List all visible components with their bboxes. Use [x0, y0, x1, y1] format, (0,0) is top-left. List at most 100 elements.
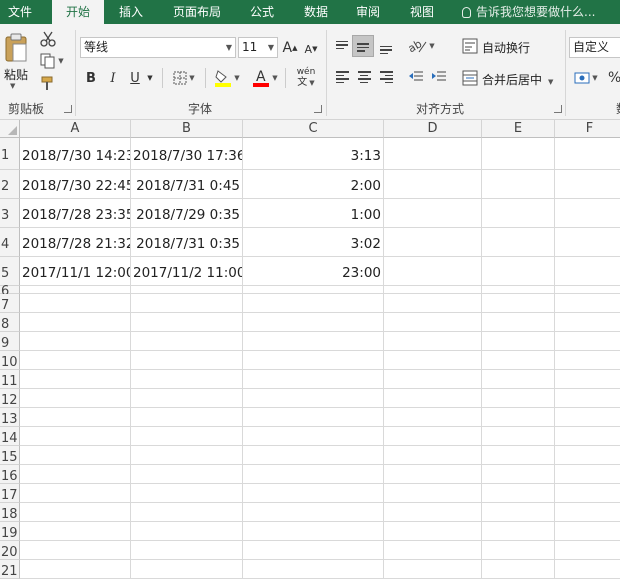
cell-b10[interactable] [131, 351, 243, 370]
cell-d21[interactable] [384, 560, 482, 579]
cell-e1[interactable] [482, 138, 555, 170]
cell-e4[interactable] [482, 228, 555, 257]
font-size-combo[interactable]: 11 ▼ [238, 37, 278, 58]
cell-c2[interactable]: 2:00 [243, 170, 384, 199]
cell-f14[interactable] [555, 427, 620, 446]
tab-data[interactable]: 数据 [294, 0, 338, 24]
cell-a11[interactable] [20, 370, 131, 389]
select-all-corner[interactable] [0, 120, 20, 138]
cell-c19[interactable] [243, 522, 384, 541]
tab-formulas[interactable]: 公式 [240, 0, 284, 24]
cell-d17[interactable] [384, 484, 482, 503]
row-header-10[interactable]: 10 [0, 351, 20, 370]
cell-b20[interactable] [131, 541, 243, 560]
cell-a17[interactable] [20, 484, 131, 503]
cell-f5[interactable] [555, 257, 620, 286]
row-header-14[interactable]: 14 [0, 427, 20, 446]
cell-d15[interactable] [384, 446, 482, 465]
row-header-4[interactable]: 4 [0, 228, 20, 257]
underline-button[interactable]: U [126, 68, 144, 88]
spreadsheet-grid[interactable]: A B C D E F 1 2018/7/30 14:23 2018/7/30 17:36 3:1… [0, 120, 620, 580]
cell-a14[interactable] [20, 427, 131, 446]
paste-label[interactable]: 粘贴 [4, 66, 28, 83]
tab-file[interactable]: 文件 [0, 0, 40, 24]
increase-indent-button[interactable] [429, 68, 449, 86]
cell-c14[interactable] [243, 427, 384, 446]
cell-a3[interactable]: 2018/7/28 23:35 [20, 199, 131, 228]
tab-home[interactable]: 开始 [52, 0, 104, 24]
cell-b16[interactable] [131, 465, 243, 484]
cell-e10[interactable] [482, 351, 555, 370]
font-name-combo[interactable]: 等线 ▼ [80, 37, 236, 58]
align-center-button[interactable] [355, 68, 373, 86]
cell-f7[interactable] [555, 294, 620, 313]
fill-color-button[interactable]: ▼ [210, 66, 244, 90]
cell-d19[interactable] [384, 522, 482, 541]
tab-page-layout[interactable]: 页面布局 [164, 0, 230, 24]
cell-a21[interactable] [20, 560, 131, 579]
cell-a19[interactable] [20, 522, 131, 541]
cell-d12[interactable] [384, 389, 482, 408]
phonetic-button[interactable]: wén 文 ▼ [290, 66, 322, 90]
column-header-a[interactable]: A [20, 120, 131, 138]
cell-f4[interactable] [555, 228, 620, 257]
cell-f6[interactable] [555, 286, 620, 294]
orientation-button[interactable]: ab ▼ [407, 36, 437, 56]
format-painter-button[interactable] [38, 74, 58, 92]
row-header-12[interactable]: 12 [0, 389, 20, 408]
row-header-17[interactable]: 17 [0, 484, 20, 503]
cell-f21[interactable] [555, 560, 620, 579]
cell-d16[interactable] [384, 465, 482, 484]
decrease-font-button[interactable]: A ▼ [302, 40, 320, 58]
cell-d18[interactable] [384, 503, 482, 522]
cell-e19[interactable] [482, 522, 555, 541]
cell-f9[interactable] [555, 332, 620, 351]
cell-e14[interactable] [482, 427, 555, 446]
cell-e18[interactable] [482, 503, 555, 522]
number-format-combo[interactable]: 自定义 [569, 37, 620, 58]
cell-b4[interactable]: 2018/7/31 0:35 [131, 228, 243, 257]
cell-f11[interactable] [555, 370, 620, 389]
cell-d1[interactable] [384, 138, 482, 170]
middle-align-button[interactable] [352, 35, 374, 57]
bottom-align-button[interactable] [377, 38, 395, 56]
cell-f17[interactable] [555, 484, 620, 503]
wrap-text-button[interactable]: 自动换行 [482, 39, 530, 56]
cell-b11[interactable] [131, 370, 243, 389]
cell-d7[interactable] [384, 294, 482, 313]
underline-dropdown-icon[interactable]: ▼ [145, 68, 155, 88]
cell-b8[interactable] [131, 313, 243, 332]
italic-button[interactable]: I [104, 68, 122, 88]
cell-c18[interactable] [243, 503, 384, 522]
row-header-15[interactable]: 15 [0, 446, 20, 465]
cell-a9[interactable] [20, 332, 131, 351]
column-header-b[interactable]: B [131, 120, 243, 138]
cell-d6[interactable] [384, 286, 482, 294]
cell-a15[interactable] [20, 446, 131, 465]
cell-b13[interactable] [131, 408, 243, 427]
cell-a4[interactable]: 2018/7/28 21:32 [20, 228, 131, 257]
cell-e17[interactable] [482, 484, 555, 503]
align-right-button[interactable] [377, 68, 395, 86]
tell-me-search[interactable]: 告诉我您想要做什么... [462, 0, 595, 24]
cell-d8[interactable] [384, 313, 482, 332]
cell-b3[interactable]: 2018/7/29 0:35 [131, 199, 243, 228]
clipboard-launcher-icon[interactable] [64, 105, 72, 113]
cell-a13[interactable] [20, 408, 131, 427]
tab-insert[interactable]: 插入 [108, 0, 154, 24]
cell-c1[interactable]: 3:13 [243, 138, 384, 170]
row-header-16[interactable]: 16 [0, 465, 20, 484]
cell-c12[interactable] [243, 389, 384, 408]
cell-e21[interactable] [482, 560, 555, 579]
row-header-9[interactable]: 9 [0, 332, 20, 351]
row-header-6[interactable]: 6 [0, 285, 20, 298]
cell-c6[interactable] [243, 286, 384, 294]
cut-button[interactable] [38, 30, 58, 48]
paste-dropdown-icon[interactable]: ▼ [10, 82, 15, 90]
cell-f12[interactable] [555, 389, 620, 408]
cell-f16[interactable] [555, 465, 620, 484]
cell-a7[interactable] [20, 294, 131, 313]
cell-a16[interactable] [20, 465, 131, 484]
accounting-format-button[interactable]: ▼ [571, 68, 601, 88]
cell-b19[interactable] [131, 522, 243, 541]
